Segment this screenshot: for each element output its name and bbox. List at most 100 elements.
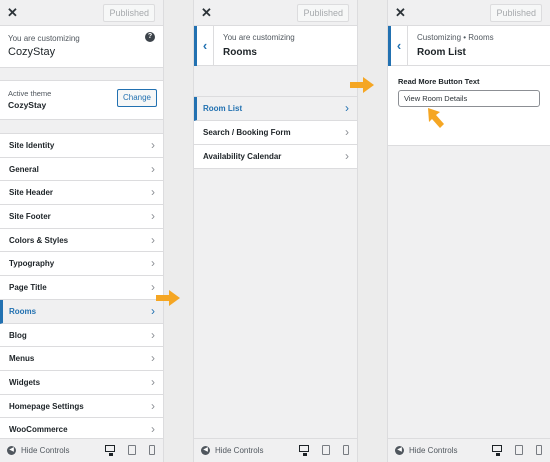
menu-item-label: Widgets <box>9 377 41 387</box>
chevron-right-icon: › <box>345 149 349 163</box>
top-bar: ✕ Published <box>0 0 163 26</box>
menu-item-label: Room List <box>203 104 243 113</box>
menu-item-label: Colors & Styles <box>9 235 69 245</box>
menu-item-label: General <box>9 164 39 174</box>
menu-item-label: Menus <box>9 354 35 364</box>
tablet-icon[interactable] <box>515 445 523 455</box>
bottom-bar: ◀ Hide Controls <box>0 438 163 462</box>
menu-item-rooms[interactable]: Rooms › <box>0 299 163 324</box>
device-switcher <box>299 445 349 456</box>
customizing-info: You are customizing CozyStay ? <box>0 26 163 68</box>
chevron-right-icon: › <box>151 138 155 152</box>
bottom-bar: ◀ Hide Controls <box>194 438 357 462</box>
section-header: ‹ Customizing • Rooms Room List <box>388 26 550 66</box>
hide-controls-button[interactable]: ◀ Hide Controls <box>7 446 69 455</box>
chevron-right-icon: › <box>151 374 155 389</box>
chevron-left-icon[interactable]: ‹ <box>194 26 214 66</box>
hide-controls-label: Hide Controls <box>409 446 458 455</box>
read-more-field: Read More Button Text <box>388 66 550 146</box>
chevron-right-icon: › <box>151 185 155 200</box>
top-bar: ✕ Published <box>388 0 550 26</box>
top-bar: ✕ Published <box>194 0 357 26</box>
chevron-right-icon: › <box>151 256 155 271</box>
menu-item-site-identity[interactable]: Site Identity › <box>0 134 163 158</box>
section-heading: Customizing • Rooms Room List <box>417 33 494 58</box>
mobile-icon[interactable] <box>149 445 155 455</box>
menu-item-label: Rooms <box>9 306 37 316</box>
menu-item-label: Homepage Settings <box>9 401 84 411</box>
help-icon[interactable]: ? <box>145 32 155 42</box>
arrow-right-icon <box>350 77 374 93</box>
customizer-menu: Site Identity › General › Site Header › Sit… <box>0 133 163 442</box>
menu-item-room-list[interactable]: Room List › <box>194 97 357 121</box>
menu-item-site-footer[interactable]: Site Footer › <box>0 205 163 229</box>
menu-item-colors-styles[interactable]: Colors & Styles › <box>0 228 163 253</box>
menu-item-homepage-settings[interactable]: Homepage Settings › <box>0 394 163 419</box>
arrow-right-icon <box>156 290 180 306</box>
chevron-right-icon: › <box>151 232 155 247</box>
rooms-menu: Room List › Search / Booking Form › Availa… <box>194 96 357 169</box>
menu-item-label: Page Title <box>9 283 47 293</box>
customizer-panel-rooms: ✕ Published ‹ You are customizing Rooms … <box>193 0 358 462</box>
chevron-right-icon: › <box>345 101 349 115</box>
menu-item-label: Site Footer <box>9 212 51 222</box>
change-theme-button[interactable]: Change <box>116 89 157 107</box>
chevron-right-icon: › <box>151 161 155 176</box>
published-button[interactable]: Published <box>490 4 542 22</box>
menu-item-label: Availability Calendar <box>203 152 282 161</box>
desktop-icon[interactable] <box>492 445 502 456</box>
site-name: CozyStay <box>8 46 56 58</box>
hide-controls-label: Hide Controls <box>215 446 264 455</box>
customizing-label: You are customizing <box>8 34 80 43</box>
published-button[interactable]: Published <box>103 4 155 22</box>
tablet-icon[interactable] <box>128 445 136 455</box>
chevron-right-icon: › <box>151 351 155 366</box>
menu-item-availability-calendar[interactable]: Availability Calendar › <box>194 145 357 169</box>
active-theme-box: Active theme CozyStay Change <box>0 80 163 120</box>
chevron-left-icon[interactable]: ‹ <box>388 26 408 66</box>
hide-controls-label: Hide Controls <box>21 446 70 455</box>
mobile-icon[interactable] <box>343 445 349 455</box>
close-icon[interactable]: ✕ <box>7 5 18 21</box>
menu-item-label: Blog <box>9 330 27 340</box>
hide-controls-button[interactable]: ◀ Hide Controls <box>395 446 457 455</box>
section-header: ‹ You are customizing Rooms <box>194 26 357 66</box>
chevron-right-icon: › <box>151 280 155 295</box>
close-icon[interactable]: ✕ <box>201 5 212 21</box>
menu-item-menus[interactable]: Menus › <box>0 347 163 371</box>
tablet-icon[interactable] <box>322 445 330 455</box>
menu-item-label: Typography <box>9 259 55 269</box>
customizing-label: You are customizing <box>223 33 295 42</box>
desktop-icon[interactable] <box>299 445 309 456</box>
menu-item-label: Site Identity <box>9 141 55 150</box>
customizer-panel-room-list: ✕ Published ‹ Customizing • Rooms Room L… <box>387 0 550 462</box>
desktop-icon[interactable] <box>105 445 115 456</box>
close-icon[interactable]: ✕ <box>395 5 406 21</box>
menu-item-search-booking-form[interactable]: Search / Booking Form › <box>194 121 357 145</box>
arrow-up-icon <box>428 108 444 128</box>
mobile-icon[interactable] <box>536 445 542 455</box>
chevron-right-icon: › <box>151 209 155 224</box>
collapse-icon: ◀ <box>201 446 210 455</box>
section-title: Rooms <box>223 47 257 58</box>
section-title: Room List <box>417 47 466 58</box>
read-more-label: Read More Button Text <box>398 77 480 86</box>
read-more-input[interactable] <box>398 90 540 107</box>
menu-item-label: WooCommerce <box>9 425 68 435</box>
menu-item-general[interactable]: General › <box>0 157 163 182</box>
menu-item-widgets[interactable]: Widgets › <box>0 370 163 395</box>
device-switcher <box>105 445 155 456</box>
chevron-right-icon: › <box>151 303 155 318</box>
published-button[interactable]: Published <box>297 4 349 22</box>
menu-item-typography[interactable]: Typography › <box>0 252 163 277</box>
menu-item-page-title[interactable]: Page Title › <box>0 276 163 300</box>
collapse-icon: ◀ <box>395 446 404 455</box>
section-heading: You are customizing Rooms <box>223 33 295 58</box>
menu-item-site-header[interactable]: Site Header › <box>0 181 163 206</box>
menu-item-label: Search / Booking Form <box>203 128 291 137</box>
device-switcher <box>492 445 542 456</box>
chevron-right-icon: › <box>151 327 155 342</box>
menu-item-blog[interactable]: Blog › <box>0 323 163 348</box>
bottom-bar: ◀ Hide Controls <box>388 438 550 462</box>
hide-controls-button[interactable]: ◀ Hide Controls <box>201 446 263 455</box>
